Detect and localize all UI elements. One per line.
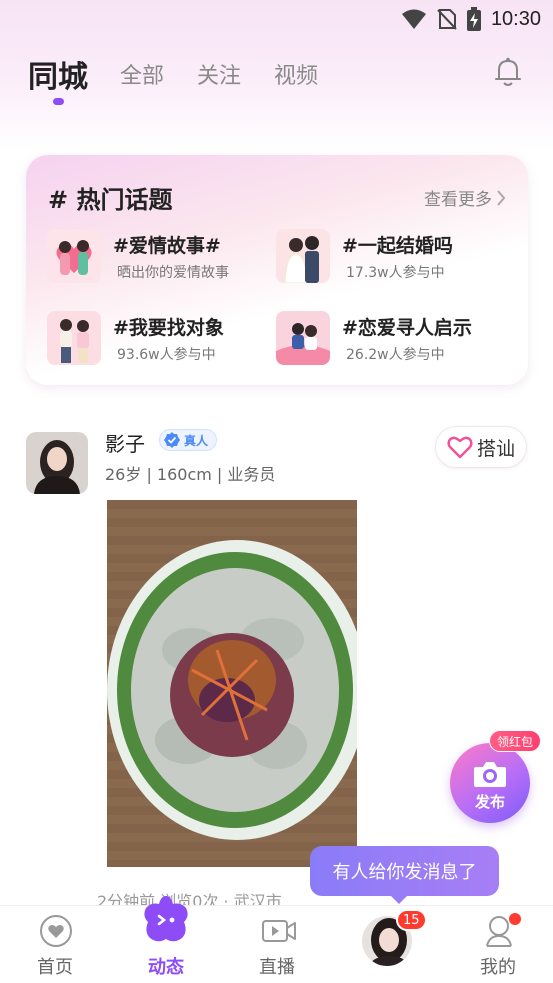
topic-subtitle: 26.2w人参与中 xyxy=(346,347,445,363)
tab-video[interactable]: 视频 xyxy=(274,58,318,90)
publish-label: 发布 xyxy=(474,793,505,811)
topic-item[interactable]: #恋爱寻人启示 26.2w人参与中 xyxy=(276,311,496,367)
chat-up-label: 搭讪 xyxy=(476,437,515,460)
hot-topics-card: # 热门话题 查看更多 #爱情故事# 晒出你的爱情故事 #一起结婚吗 17.3w… xyxy=(26,155,528,385)
nav-home-label: 首页 xyxy=(37,957,73,978)
avatar[interactable] xyxy=(26,432,88,494)
topic-name: #我要找对象 xyxy=(113,317,224,339)
user-info: 26岁 | 160cm | 业务员 xyxy=(105,465,276,484)
message-count-badge: 15 xyxy=(396,909,427,931)
nav-me-label: 我的 xyxy=(480,957,516,978)
nav-home[interactable]: 首页 xyxy=(0,906,110,983)
verified-badge: 真人 xyxy=(159,429,218,451)
topic-name: #一起结婚吗 xyxy=(342,235,453,257)
topic-subtitle: 93.6w人参与中 xyxy=(117,347,216,363)
notification-dot xyxy=(509,913,521,925)
chevron-right-icon xyxy=(497,189,506,206)
chat-up-button[interactable]: 搭讪 xyxy=(435,426,527,468)
see-more-label: 查看更多 xyxy=(424,190,492,210)
topic-subtitle: 17.3w人参与中 xyxy=(346,265,445,281)
topic-name: #爱情故事# xyxy=(113,235,221,257)
verified-check-icon xyxy=(164,432,180,448)
publish-button[interactable]: 发布 xyxy=(450,743,530,823)
see-more-link[interactable]: 查看更多 xyxy=(424,185,506,210)
no-sim-icon xyxy=(437,8,457,30)
topic-item[interactable]: #一起结婚吗 17.3w人参与中 xyxy=(276,229,496,285)
tab-local[interactable]: 同城 xyxy=(28,52,88,96)
moments-star-icon xyxy=(140,894,192,946)
topic-item[interactable]: #爱情故事# 晒出你的爱情故事 xyxy=(47,229,267,285)
nav-moments-label: 动态 xyxy=(148,957,184,978)
camera-icon xyxy=(472,759,508,793)
bottom-nav: 首页 动态 直播 15 我的 xyxy=(0,896,553,983)
hot-topics-title: # 热门话题 xyxy=(48,186,173,214)
home-heart-icon xyxy=(39,914,73,948)
topic-item[interactable]: #我要找对象 93.6w人参与中 xyxy=(47,311,267,367)
battery-charging-icon xyxy=(466,7,481,31)
tab-following[interactable]: 关注 xyxy=(197,58,241,90)
toast-tail xyxy=(390,895,408,904)
verified-label: 真人 xyxy=(184,433,209,448)
tab-all[interactable]: 全部 xyxy=(120,58,164,90)
nav-live-label: 直播 xyxy=(259,957,295,978)
nav-live[interactable]: 直播 xyxy=(222,906,332,983)
username[interactable]: 影子 xyxy=(105,428,145,457)
topic-thumbnail xyxy=(276,229,330,283)
nav-moments[interactable]: 动态 xyxy=(111,896,221,983)
toast-text: 有人给你发消息了 xyxy=(332,862,477,883)
nav-me[interactable]: 我的 xyxy=(443,906,553,983)
topic-subtitle: 晒出你的爱情故事 xyxy=(117,265,229,281)
topic-thumbnail xyxy=(47,311,101,365)
clock: 10:30 xyxy=(490,7,541,30)
active-tab-indicator xyxy=(53,98,64,105)
top-nav: 同城 全部 关注 视频 xyxy=(0,48,553,108)
red-packet-badge[interactable]: 领红包 xyxy=(489,730,542,752)
topic-name: #恋爱寻人启示 xyxy=(342,317,472,339)
topic-thumbnail xyxy=(47,229,101,283)
wifi-icon xyxy=(401,8,427,30)
status-bar: 10:30 xyxy=(0,0,553,38)
bell-icon[interactable] xyxy=(493,56,523,92)
post-photo[interactable] xyxy=(107,500,357,867)
video-camera-icon xyxy=(261,914,296,948)
topic-thumbnail xyxy=(276,311,330,365)
message-toast[interactable]: 有人给你发消息了 xyxy=(310,846,499,904)
heart-icon xyxy=(447,436,473,459)
